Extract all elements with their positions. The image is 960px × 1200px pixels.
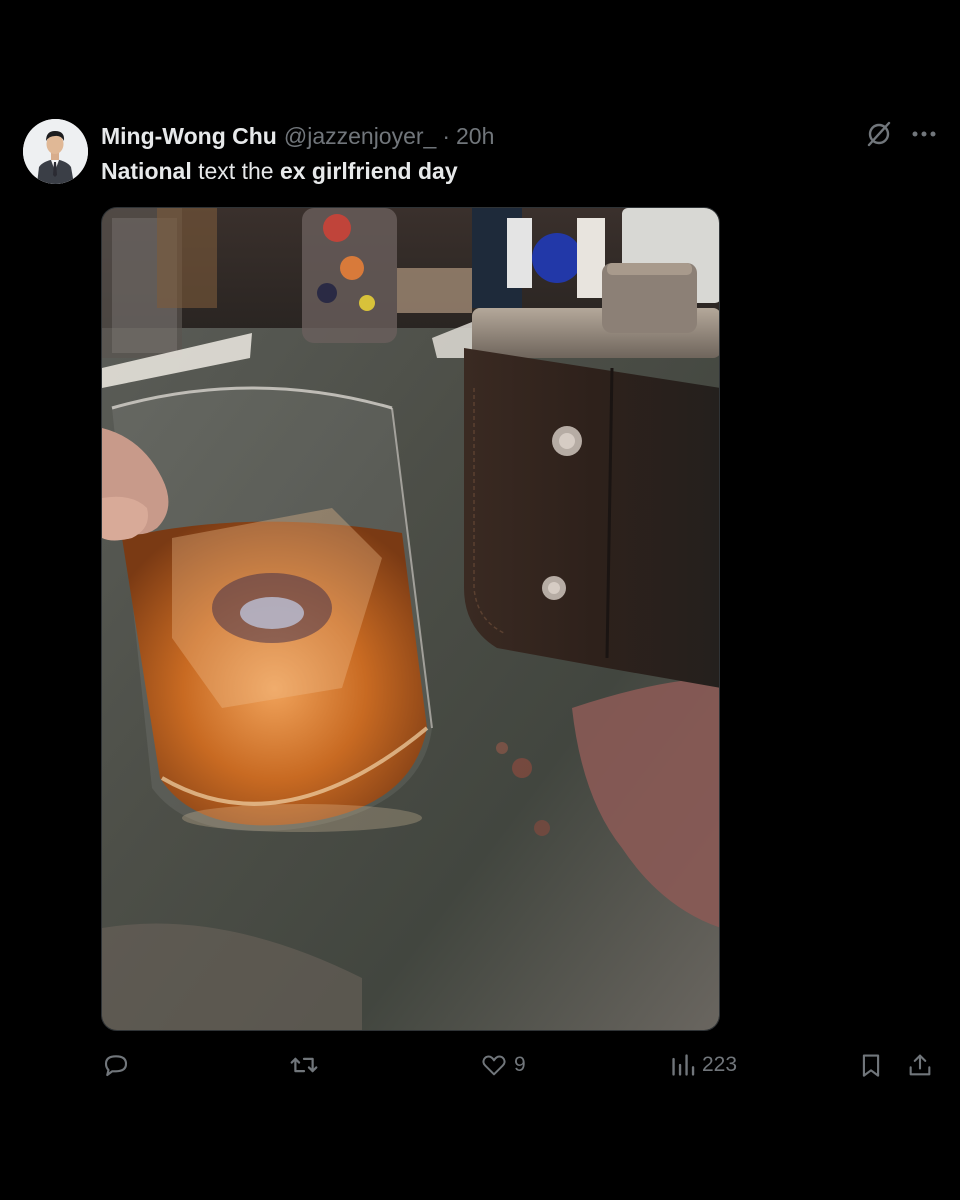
- like-button[interactable]: 9: [480, 1050, 526, 1080]
- avatar[interactable]: [23, 119, 88, 184]
- post-text-regular: text the: [191, 158, 280, 184]
- separator-dot: ·: [442, 122, 451, 149]
- post-text: National text the ex girlfriend day: [101, 155, 458, 187]
- post-text-bold-2: ex girlfriend day: [279, 158, 458, 184]
- post-text-bold-1: National: [101, 158, 192, 184]
- views-count: 223: [702, 1053, 738, 1076]
- reply-button[interactable]: [101, 1050, 137, 1080]
- post-header: Ming-Wong Chu @jazzenjoyer_ · 20h: [101, 120, 494, 152]
- repost-icon: [288, 1050, 320, 1080]
- author-display-name[interactable]: Ming-Wong Chu: [101, 123, 277, 150]
- bookmark-icon: [858, 1050, 884, 1080]
- reply-icon: [101, 1050, 131, 1080]
- author-handle[interactable]: @jazzenjoyer_: [284, 123, 436, 150]
- post-timestamp[interactable]: 20h: [456, 123, 494, 150]
- more-icon[interactable]: [910, 118, 938, 148]
- share-button[interactable]: [906, 1050, 934, 1080]
- share-icon: [906, 1050, 934, 1080]
- post-top-actions: [864, 118, 938, 148]
- views-button[interactable]: 223: [670, 1050, 737, 1080]
- repost-button[interactable]: [288, 1050, 326, 1080]
- heart-icon: [480, 1050, 508, 1080]
- bookmark-button[interactable]: [858, 1050, 884, 1080]
- post-media-image[interactable]: [101, 207, 720, 1031]
- like-count: 9: [514, 1053, 526, 1076]
- post-action-bar: 9 223: [0, 1050, 960, 1086]
- tweet: Ming-Wong Chu @jazzenjoyer_ · 20h Nation…: [0, 0, 960, 1200]
- grok-icon[interactable]: [864, 118, 894, 148]
- views-icon: [670, 1050, 696, 1080]
